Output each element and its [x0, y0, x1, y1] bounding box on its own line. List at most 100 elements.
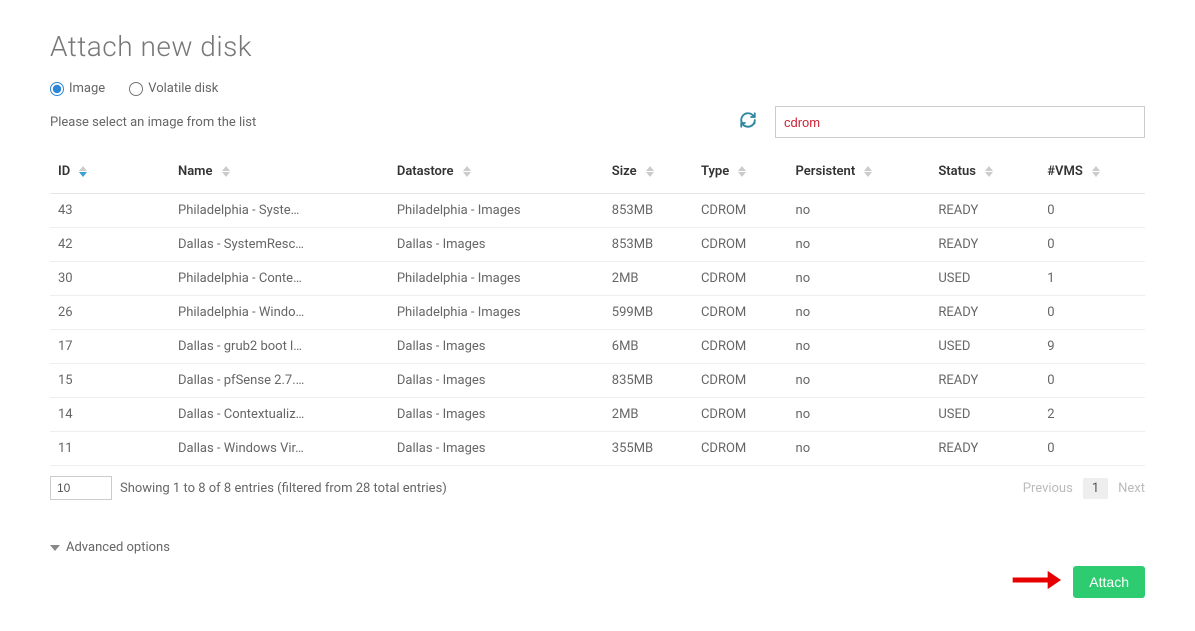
cell-name: Dallas - SystemResc…	[170, 228, 389, 262]
table-row[interactable]: 17Dallas - grub2 boot l…Dallas - Images6…	[50, 330, 1145, 364]
cell-size: 853MB	[604, 228, 693, 262]
cell-datastore: Dallas - Images	[389, 364, 604, 398]
cell-type: CDROM	[693, 330, 788, 364]
cell-datastore: Philadelphia - Images	[389, 262, 604, 296]
cell-size: 2MB	[604, 262, 693, 296]
cell-vms: 0	[1039, 432, 1145, 466]
cell-vms: 0	[1039, 364, 1145, 398]
cell-id: 17	[50, 330, 170, 364]
cell-status: READY	[930, 364, 1039, 398]
table-row[interactable]: 30Philadelphia - Conte…Philadelphia - Im…	[50, 262, 1145, 296]
table-row[interactable]: 11Dallas - Windows Vir…Dallas - Images35…	[50, 432, 1145, 466]
cell-datastore: Dallas - Images	[389, 228, 604, 262]
radio-image-label: Image	[69, 81, 105, 96]
cell-vms: 0	[1039, 228, 1145, 262]
cell-datastore: Dallas - Images	[389, 330, 604, 364]
sort-icon	[463, 166, 471, 177]
cell-id: 26	[50, 296, 170, 330]
cell-vms: 2	[1039, 398, 1145, 432]
cell-name: Dallas - grub2 boot l…	[170, 330, 389, 364]
cell-persistent: no	[788, 296, 931, 330]
cell-vms: 0	[1039, 194, 1145, 228]
cell-vms: 0	[1039, 296, 1145, 330]
cell-name: Dallas - pfSense 2.7.…	[170, 364, 389, 398]
chevron-down-icon	[50, 545, 60, 551]
cell-type: CDROM	[693, 398, 788, 432]
search-input[interactable]	[775, 106, 1145, 138]
advanced-options-toggle[interactable]: Advanced options	[50, 540, 1145, 555]
pager-current[interactable]: 1	[1083, 478, 1108, 499]
cell-datastore: Dallas - Images	[389, 432, 604, 466]
refresh-icon[interactable]	[739, 111, 757, 133]
footer-info: Showing 1 to 8 of 8 entries (filtered fr…	[120, 481, 447, 496]
cell-status: USED	[930, 398, 1039, 432]
page-length-input[interactable]	[50, 476, 112, 500]
cell-datastore: Philadelphia - Images	[389, 296, 604, 330]
table-row[interactable]: 26Philadelphia - Windo…Philadelphia - Im…	[50, 296, 1145, 330]
cell-persistent: no	[788, 194, 931, 228]
cell-persistent: no	[788, 432, 931, 466]
cell-id: 15	[50, 364, 170, 398]
cell-size: 2MB	[604, 398, 693, 432]
table-row[interactable]: 14Dallas - Contextualiz…Dallas - Images2…	[50, 398, 1145, 432]
cell-name: Philadelphia - Windo…	[170, 296, 389, 330]
cell-vms: 9	[1039, 330, 1145, 364]
col-header-status[interactable]: Status	[930, 152, 1039, 194]
sort-icon	[985, 166, 993, 177]
table-row[interactable]: 43Philadelphia - Syste…Philadelphia - Im…	[50, 194, 1145, 228]
pager: Previous 1 Next	[1023, 478, 1145, 499]
col-header-type[interactable]: Type	[693, 152, 788, 194]
cell-name: Dallas - Windows Vir…	[170, 432, 389, 466]
cell-persistent: no	[788, 398, 931, 432]
col-header-vms[interactable]: #VMS	[1039, 152, 1145, 194]
col-header-id[interactable]: ID	[50, 152, 170, 194]
radio-image[interactable]: Image	[50, 81, 105, 96]
disk-type-radios: Image Volatile disk	[50, 81, 1145, 96]
col-header-persistent[interactable]: Persistent	[788, 152, 931, 194]
cell-name: Philadelphia - Syste…	[170, 194, 389, 228]
cell-type: CDROM	[693, 296, 788, 330]
cell-vms: 1	[1039, 262, 1145, 296]
cell-datastore: Philadelphia - Images	[389, 194, 604, 228]
radio-image-input[interactable]	[50, 82, 64, 96]
col-header-datastore[interactable]: Datastore	[389, 152, 604, 194]
cell-status: READY	[930, 432, 1039, 466]
cell-id: 14	[50, 398, 170, 432]
cell-size: 6MB	[604, 330, 693, 364]
cell-persistent: no	[788, 262, 931, 296]
cell-status: READY	[930, 194, 1039, 228]
pager-next[interactable]: Next	[1118, 481, 1145, 496]
attach-button[interactable]: Attach	[1073, 566, 1145, 598]
advanced-options-label: Advanced options	[66, 540, 170, 555]
cell-datastore: Dallas - Images	[389, 398, 604, 432]
sort-icon	[646, 166, 654, 177]
radio-volatile-input[interactable]	[129, 82, 143, 96]
col-header-name[interactable]: Name	[170, 152, 389, 194]
cell-id: 11	[50, 432, 170, 466]
cell-size: 835MB	[604, 364, 693, 398]
cell-persistent: no	[788, 228, 931, 262]
table-row[interactable]: 15Dallas - pfSense 2.7.…Dallas - Images8…	[50, 364, 1145, 398]
radio-volatile-label: Volatile disk	[148, 81, 218, 96]
sort-icon	[738, 166, 746, 177]
col-header-size[interactable]: Size	[604, 152, 693, 194]
dialog-title: Attach new disk	[50, 30, 1145, 63]
cell-type: CDROM	[693, 364, 788, 398]
cell-type: CDROM	[693, 194, 788, 228]
table-row[interactable]: 42Dallas - SystemResc…Dallas - Images853…	[50, 228, 1145, 262]
sort-icon	[222, 166, 230, 177]
cell-name: Dallas - Contextualiz…	[170, 398, 389, 432]
radio-volatile[interactable]: Volatile disk	[129, 81, 218, 96]
cell-id: 43	[50, 194, 170, 228]
cell-persistent: no	[788, 364, 931, 398]
cell-type: CDROM	[693, 262, 788, 296]
cell-status: USED	[930, 262, 1039, 296]
cell-id: 42	[50, 228, 170, 262]
arrow-annotation	[1011, 565, 1061, 599]
cell-id: 30	[50, 262, 170, 296]
sort-icon	[79, 166, 87, 177]
cell-type: CDROM	[693, 228, 788, 262]
pager-prev[interactable]: Previous	[1023, 481, 1073, 496]
cell-status: READY	[930, 228, 1039, 262]
images-table: ID Name Datastore Size Type Persistent	[50, 152, 1145, 466]
